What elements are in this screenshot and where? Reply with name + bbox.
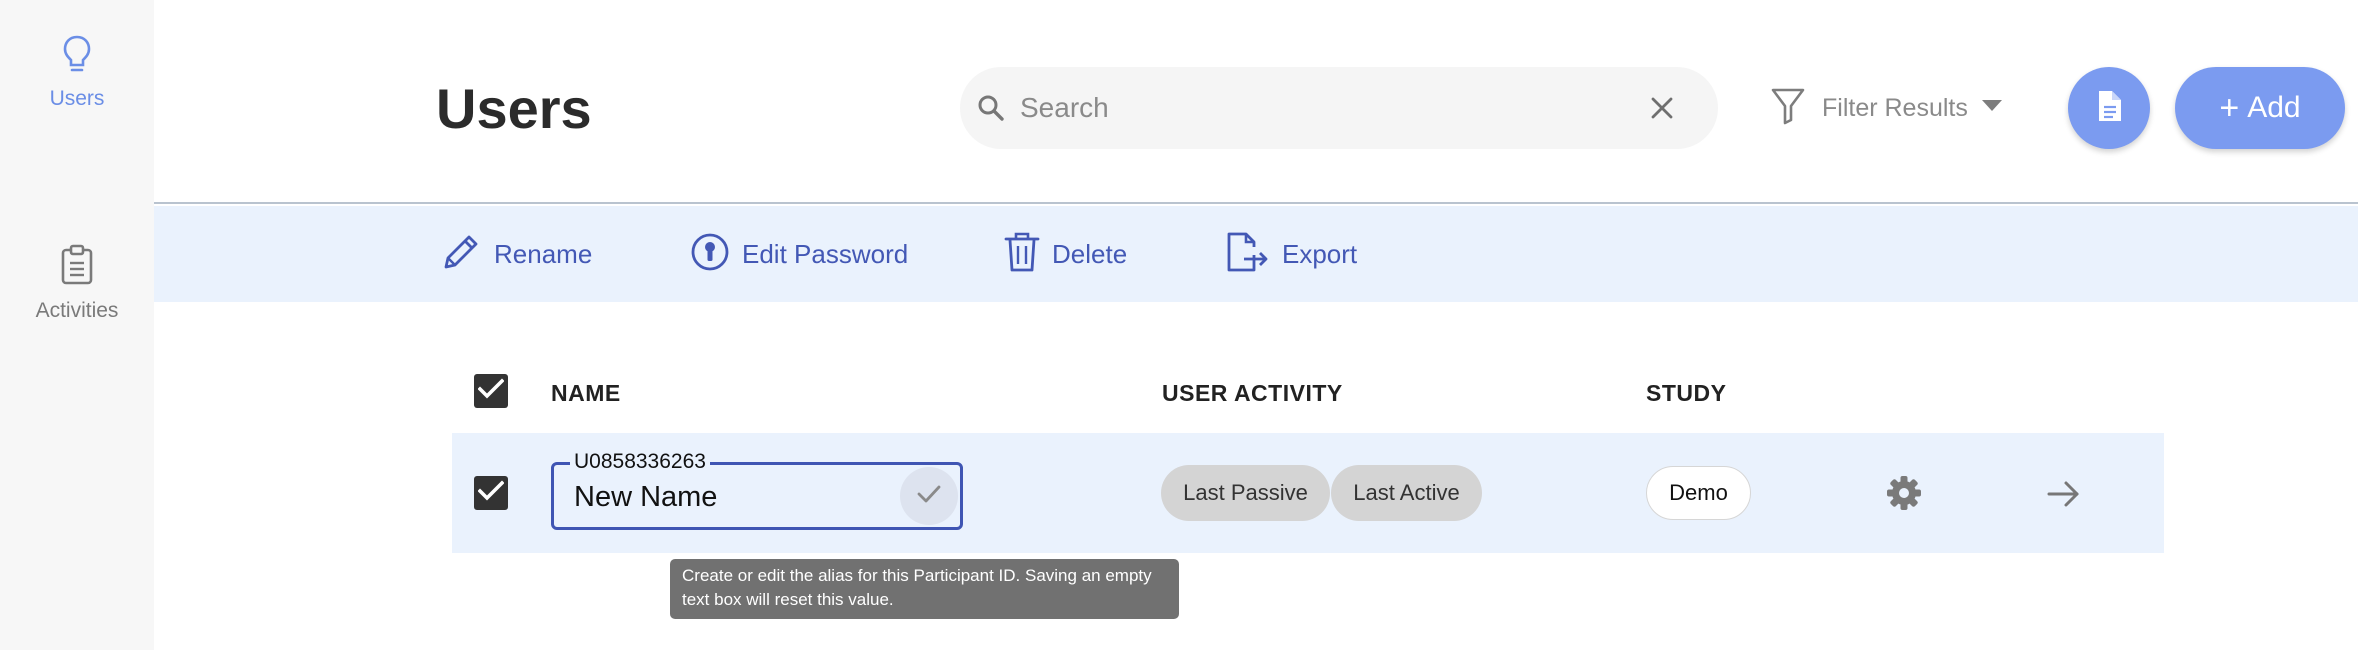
save-alias-button[interactable] <box>900 467 958 525</box>
clipboard-icon <box>60 244 94 291</box>
edit-password-button[interactable]: Edit Password <box>690 230 908 278</box>
delete-button[interactable]: Delete <box>1004 230 1127 278</box>
last-passive-chip[interactable]: Last Passive <box>1161 465 1330 521</box>
edit-password-label: Edit Password <box>742 238 909 269</box>
sidebar-item-activities[interactable]: Activities <box>0 244 154 323</box>
rename-label: Rename <box>494 238 593 269</box>
add-button-label: Add <box>2247 91 2301 124</box>
filter-results-label: Filter Results <box>1822 93 1968 122</box>
alias-edit-field: U0858336263 <box>551 449 963 530</box>
check-icon <box>477 377 505 405</box>
file-export-icon <box>1226 231 1270 278</box>
search-input[interactable] <box>1020 92 1620 124</box>
app-root: Users Activities Users Search Filter Res… <box>0 0 2358 650</box>
export-label: Export <box>1282 238 1358 269</box>
select-all-checkbox[interactable] <box>474 374 508 408</box>
lightbulb-icon <box>62 34 92 79</box>
document-icon <box>2096 90 2122 127</box>
last-active-chip[interactable]: Last Active <box>1331 465 1482 521</box>
filter-results-dropdown[interactable]: Filter Results <box>1770 86 2002 130</box>
page-title: Users <box>436 77 592 140</box>
plus-icon: + <box>2219 89 2240 127</box>
check-icon <box>916 483 942 510</box>
chevron-down-icon <box>1981 99 2002 117</box>
search-box <box>960 67 1718 149</box>
sidebar-item-label: Users <box>49 87 105 110</box>
funnel-icon <box>1770 86 1806 131</box>
column-header-name: NAME <box>551 380 621 406</box>
participant-id-label: U0858336263 <box>570 449 710 475</box>
sidebar-item-label: Activities <box>35 299 119 322</box>
delete-label: Delete <box>1052 238 1128 269</box>
page-header: Users Filter Result <box>154 0 2358 204</box>
alias-input[interactable] <box>574 481 874 514</box>
add-user-button[interactable]: + Add <box>2175 67 2345 149</box>
alias-tooltip: Create or edit the alias for this Partic… <box>670 559 1179 619</box>
column-header-user-activity: USER ACTIVITY <box>1162 380 1343 406</box>
row-select-checkbox[interactable] <box>474 476 508 510</box>
selection-toolbar: Rename Edit Password Delete Export <box>154 206 2358 302</box>
rename-button[interactable]: Rename <box>440 230 592 278</box>
arrow-right-icon[interactable] <box>2045 476 2081 512</box>
document-button[interactable] <box>2068 67 2150 149</box>
search-icon <box>976 93 1006 123</box>
key-icon <box>690 232 730 277</box>
close-icon[interactable] <box>1646 92 1678 124</box>
column-header-study: STUDY <box>1646 380 1727 406</box>
sidebar: Users Activities <box>0 0 154 650</box>
study-chip[interactable]: Demo <box>1646 466 1751 520</box>
export-button[interactable]: Export <box>1226 230 1357 278</box>
check-icon <box>477 479 505 507</box>
sidebar-item-users[interactable]: Users <box>0 34 154 111</box>
pencil-icon <box>440 231 482 278</box>
trash-icon <box>1004 231 1040 278</box>
gear-icon[interactable] <box>1886 475 1922 511</box>
